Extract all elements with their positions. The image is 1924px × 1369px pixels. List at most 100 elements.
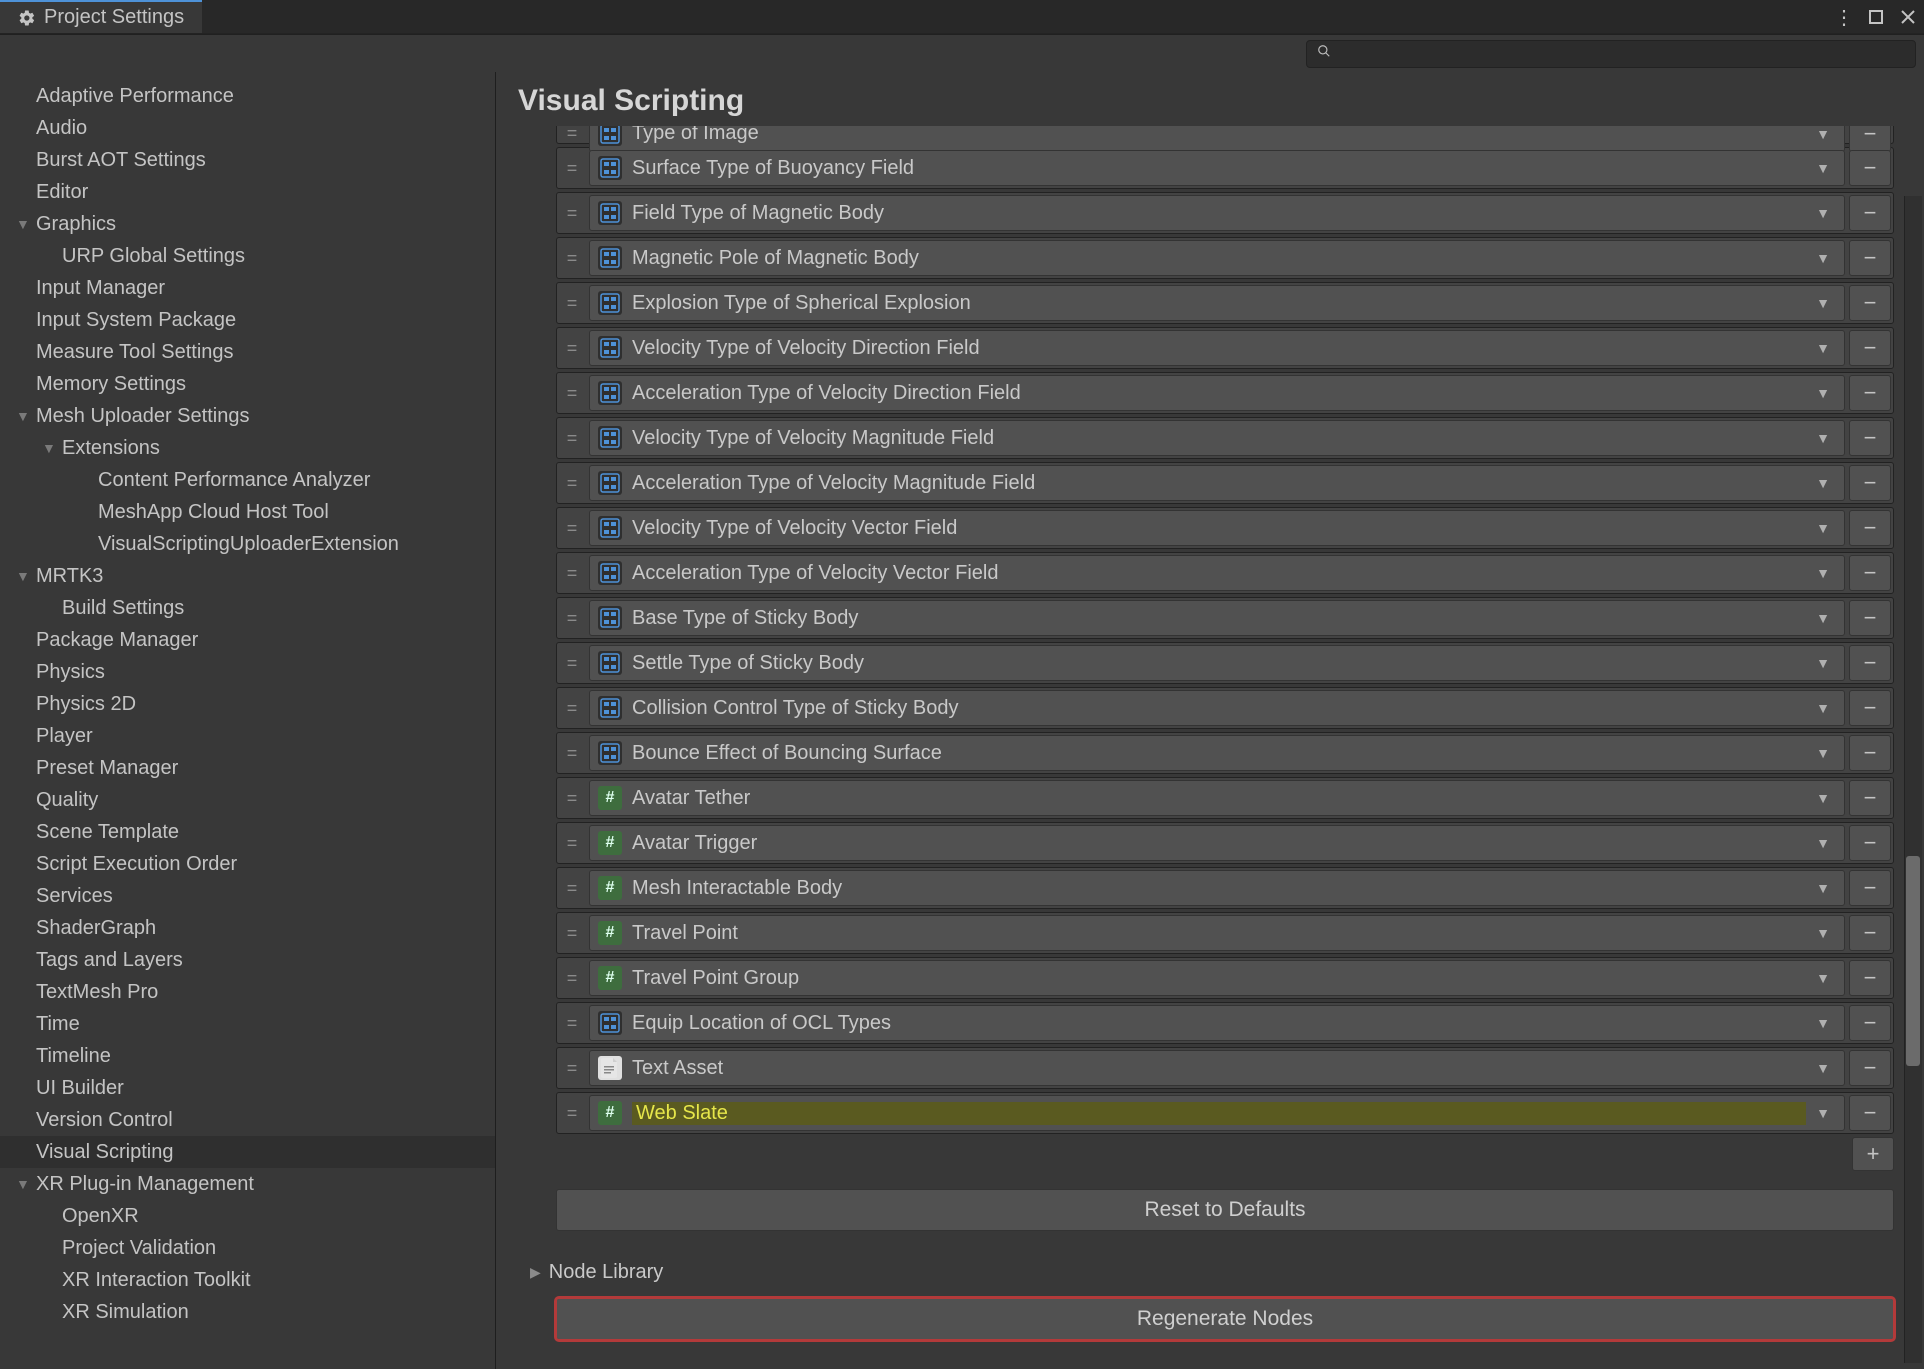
drag-handle[interactable]: = [557, 428, 587, 449]
sidebar-item-measure-tool-settings[interactable]: Measure Tool Settings [0, 336, 495, 368]
sidebar-item-extensions[interactable]: ▼Extensions [0, 432, 495, 464]
sidebar-item-version-control[interactable]: Version Control [0, 1104, 495, 1136]
type-selector[interactable]: Explosion Type of Spherical Explosion▼ [589, 285, 1845, 321]
type-selector[interactable]: Acceleration Type of Velocity Vector Fie… [589, 555, 1845, 591]
type-selector[interactable]: #Web Slate▼ [589, 1095, 1845, 1131]
remove-type-button[interactable]: − [1849, 240, 1891, 276]
sidebar-item-adaptive-performance[interactable]: Adaptive Performance [0, 80, 495, 112]
drag-handle[interactable]: = [557, 518, 587, 539]
sidebar-item-xr-plug-in-management[interactable]: ▼XR Plug-in Management [0, 1168, 495, 1200]
remove-type-button[interactable]: − [1849, 870, 1891, 906]
type-selector[interactable]: #Travel Point▼ [589, 915, 1845, 951]
type-selector[interactable]: Text Asset▼ [589, 1050, 1845, 1086]
sidebar-item-graphics[interactable]: ▼Graphics [0, 208, 495, 240]
search-input[interactable] [1306, 40, 1916, 68]
sidebar-item-player[interactable]: Player [0, 720, 495, 752]
drag-handle[interactable]: = [557, 698, 587, 719]
sidebar-item-scene-template[interactable]: Scene Template [0, 816, 495, 848]
remove-type-button[interactable]: − [1849, 375, 1891, 411]
type-selector[interactable]: #Avatar Tether▼ [589, 780, 1845, 816]
remove-type-button[interactable]: − [1849, 735, 1891, 771]
remove-type-button[interactable]: − [1849, 690, 1891, 726]
type-selector[interactable]: Surface Type of Buoyancy Field▼ [589, 150, 1845, 186]
sidebar-item-visual-scripting[interactable]: Visual Scripting [0, 1136, 495, 1168]
sidebar-item-editor[interactable]: Editor [0, 176, 495, 208]
sidebar-item-physics[interactable]: Physics [0, 656, 495, 688]
type-selector[interactable]: Base Type of Sticky Body▼ [589, 600, 1845, 636]
drag-handle[interactable]: = [557, 608, 587, 629]
type-selector[interactable]: Type of Image▼ [589, 126, 1845, 152]
sidebar-item-project-validation[interactable]: Project Validation [0, 1232, 495, 1264]
sidebar-item-quality[interactable]: Quality [0, 784, 495, 816]
type-selector[interactable]: #Travel Point Group▼ [589, 960, 1845, 996]
drag-handle[interactable]: = [557, 338, 587, 359]
remove-type-button[interactable]: − [1849, 600, 1891, 636]
sidebar-item-textmesh-pro[interactable]: TextMesh Pro [0, 976, 495, 1008]
type-selector[interactable]: Collision Control Type of Sticky Body▼ [589, 690, 1845, 726]
drag-handle[interactable]: = [557, 473, 587, 494]
scrollbar-thumb[interactable] [1906, 856, 1920, 1066]
drag-handle[interactable]: = [557, 248, 587, 269]
drag-handle[interactable]: = [557, 653, 587, 674]
type-selector[interactable]: Settle Type of Sticky Body▼ [589, 645, 1845, 681]
sidebar-item-openxr[interactable]: OpenXR [0, 1200, 495, 1232]
sidebar-item-memory-settings[interactable]: Memory Settings [0, 368, 495, 400]
sidebar-item-time[interactable]: Time [0, 1008, 495, 1040]
drag-handle[interactable]: = [557, 158, 587, 179]
drag-handle[interactable]: = [557, 878, 587, 899]
sidebar-item-input-manager[interactable]: Input Manager [0, 272, 495, 304]
sidebar-item-mesh-uploader-settings[interactable]: ▼Mesh Uploader Settings [0, 400, 495, 432]
sidebar-item-timeline[interactable]: Timeline [0, 1040, 495, 1072]
sidebar-item-xr-interaction-toolkit[interactable]: XR Interaction Toolkit [0, 1264, 495, 1296]
drag-handle[interactable]: = [557, 293, 587, 314]
remove-type-button[interactable]: − [1849, 126, 1891, 152]
remove-type-button[interactable]: − [1849, 555, 1891, 591]
remove-type-button[interactable]: − [1849, 960, 1891, 996]
maximize-icon[interactable] [1866, 7, 1886, 27]
sidebar-item-services[interactable]: Services [0, 880, 495, 912]
type-selector[interactable]: Acceleration Type of Velocity Direction … [589, 375, 1845, 411]
drag-handle[interactable]: = [557, 1058, 587, 1079]
type-selector[interactable]: Velocity Type of Velocity Magnitude Fiel… [589, 420, 1845, 456]
drag-handle[interactable]: = [557, 563, 587, 584]
regenerate-nodes-button[interactable]: Regenerate Nodes [556, 1298, 1894, 1340]
sidebar-item-ui-builder[interactable]: UI Builder [0, 1072, 495, 1104]
type-selector[interactable]: Velocity Type of Velocity Direction Fiel… [589, 330, 1845, 366]
drag-handle[interactable]: = [557, 923, 587, 944]
drag-handle[interactable]: = [557, 126, 587, 144]
drag-handle[interactable]: = [557, 1103, 587, 1124]
sidebar-item-meshapp-cloud-host-tool[interactable]: MeshApp Cloud Host Tool [0, 496, 495, 528]
drag-handle[interactable]: = [557, 968, 587, 989]
kebab-icon[interactable]: ⋮ [1834, 7, 1854, 27]
remove-type-button[interactable]: − [1849, 915, 1891, 951]
node-library-foldout[interactable]: ▶ Node Library [530, 1261, 1894, 1284]
drag-handle[interactable]: = [557, 788, 587, 809]
remove-type-button[interactable]: − [1849, 465, 1891, 501]
remove-type-button[interactable]: − [1849, 1005, 1891, 1041]
reset-defaults-button[interactable]: Reset to Defaults [556, 1189, 1894, 1231]
sidebar-item-physics-2d[interactable]: Physics 2D [0, 688, 495, 720]
type-selector[interactable]: #Avatar Trigger▼ [589, 825, 1845, 861]
type-selector[interactable]: Acceleration Type of Velocity Magnitude … [589, 465, 1845, 501]
remove-type-button[interactable]: − [1849, 645, 1891, 681]
type-selector[interactable]: Magnetic Pole of Magnetic Body▼ [589, 240, 1845, 276]
type-selector[interactable]: Velocity Type of Velocity Vector Field▼ [589, 510, 1845, 546]
sidebar-item-burst-aot-settings[interactable]: Burst AOT Settings [0, 144, 495, 176]
remove-type-button[interactable]: − [1849, 195, 1891, 231]
drag-handle[interactable]: = [557, 743, 587, 764]
drag-handle[interactable]: = [557, 383, 587, 404]
type-selector[interactable]: Field Type of Magnetic Body▼ [589, 195, 1845, 231]
remove-type-button[interactable]: − [1849, 150, 1891, 186]
sidebar-item-xr-simulation[interactable]: XR Simulation [0, 1296, 495, 1328]
remove-type-button[interactable]: − [1849, 420, 1891, 456]
remove-type-button[interactable]: − [1849, 780, 1891, 816]
drag-handle[interactable]: = [557, 203, 587, 224]
close-icon[interactable] [1898, 7, 1918, 27]
remove-type-button[interactable]: − [1849, 1050, 1891, 1086]
sidebar-item-script-execution-order[interactable]: Script Execution Order [0, 848, 495, 880]
sidebar-item-mrtk3[interactable]: ▼MRTK3 [0, 560, 495, 592]
sidebar-item-shadergraph[interactable]: ShaderGraph [0, 912, 495, 944]
type-selector[interactable]: Equip Location of OCL Types▼ [589, 1005, 1845, 1041]
drag-handle[interactable]: = [557, 1013, 587, 1034]
sidebar-item-urp-global-settings[interactable]: URP Global Settings [0, 240, 495, 272]
